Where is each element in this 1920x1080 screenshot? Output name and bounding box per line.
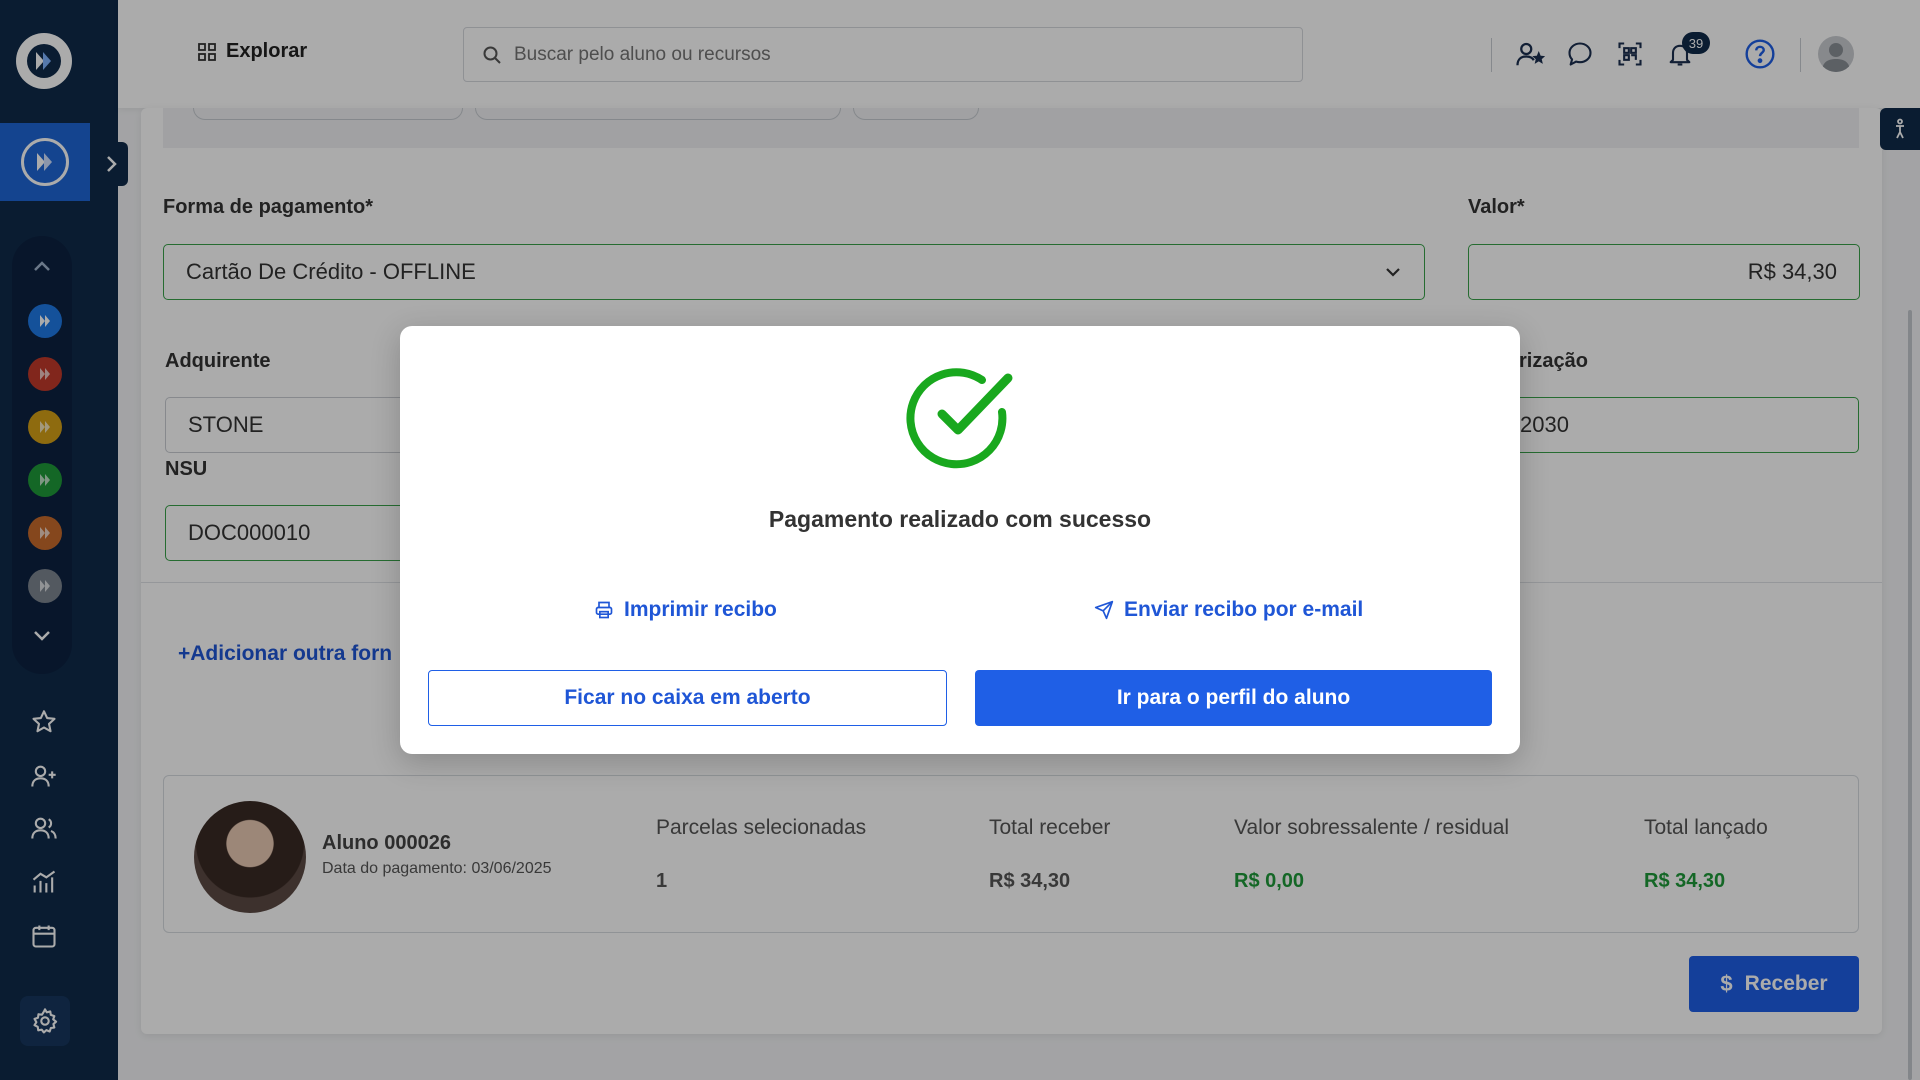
email-receipt-label: Enviar recibo por e-mail bbox=[1124, 598, 1364, 621]
stay-open-cashier-button[interactable]: Ficar no caixa em aberto bbox=[428, 670, 947, 726]
print-receipt-link[interactable]: Imprimir recibo bbox=[594, 598, 777, 622]
email-receipt-link[interactable]: Enviar recibo por e-mail bbox=[1094, 598, 1363, 622]
modal-title: Pagamento realizado com sucesso bbox=[768, 506, 1152, 532]
printer-icon bbox=[595, 601, 613, 619]
go-to-student-profile-button[interactable]: Ir para o perfil do aluno bbox=[975, 670, 1492, 726]
print-receipt-label: Imprimir recibo bbox=[624, 598, 777, 621]
success-check-icon bbox=[906, 368, 1013, 469]
send-icon bbox=[1094, 600, 1114, 620]
payment-success-modal: Pagamento realizado com sucesso Imprimir… bbox=[400, 326, 1520, 754]
